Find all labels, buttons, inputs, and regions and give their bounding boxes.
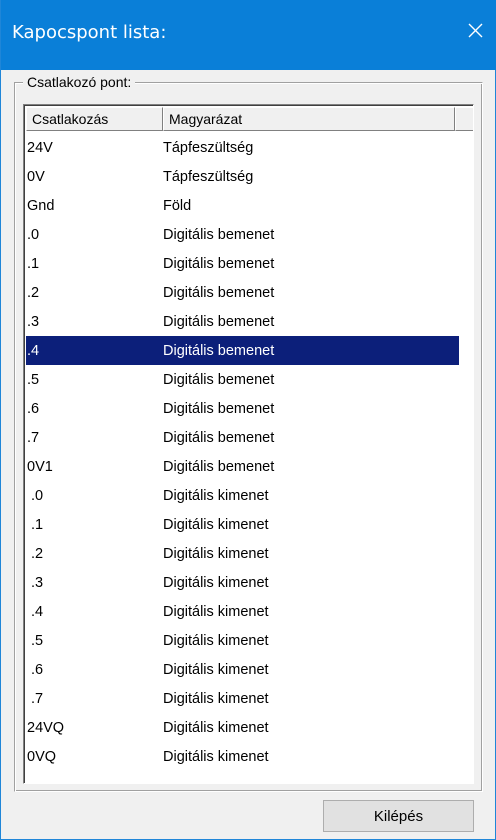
cell-connection: 24V: [27, 139, 53, 156]
cell-description: Digitális kimenet: [163, 690, 269, 707]
cell-description: Digitális bemenet: [163, 400, 275, 417]
cell-connection: Gnd: [27, 197, 55, 214]
cell-description: Tápfeszültség: [163, 168, 254, 185]
cell-description: Digitális bemenet: [163, 371, 275, 388]
list-item[interactable]: .5 Digitális bemenet: [26, 365, 473, 394]
cell-connection: .5: [27, 632, 44, 649]
list-item[interactable]: Gnd Föld: [26, 191, 473, 220]
column-header-description[interactable]: Magyarázat: [163, 107, 455, 131]
cell-connection: .2: [27, 545, 44, 562]
close-button[interactable]: [453, 8, 496, 52]
list-item[interactable]: .6 Digitális bemenet: [26, 394, 473, 423]
list-item[interactable]: .3 Digitális bemenet: [26, 307, 473, 336]
window-title: Kapocspont lista:: [12, 22, 167, 43]
cell-connection: .3: [27, 313, 40, 330]
cell-connection: .3: [27, 574, 44, 591]
list-item[interactable]: .1 Digitális bemenet: [26, 249, 473, 278]
dialog-window: Kapocspont lista: Csatlakozó pont: Csatl…: [0, 0, 496, 840]
close-icon: [468, 23, 482, 37]
list-item[interactable]: 0VQ Digitális kimenet: [26, 742, 473, 771]
list-item[interactable]: 0V1 Digitális bemenet: [26, 452, 473, 481]
list-item[interactable]: .7 Digitális kimenet: [26, 684, 473, 713]
list-item[interactable]: .2 Digitális bemenet: [26, 278, 473, 307]
list-item[interactable]: 24V Tápfeszültség: [26, 133, 473, 162]
cell-description: Digitális kimenet: [163, 574, 269, 591]
column-header-filler: [455, 107, 473, 131]
list-header: Csatlakozás Magyarázat: [26, 107, 473, 131]
cell-description: Digitális bemenet: [163, 255, 275, 272]
list-item[interactable]: .0 Digitális bemenet: [26, 220, 473, 249]
cell-description: Digitális kimenet: [163, 661, 269, 678]
list-item[interactable]: .3 Digitális kimenet: [26, 568, 473, 597]
list-item[interactable]: .7 Digitális bemenet: [26, 423, 473, 452]
cell-connection: .0: [27, 487, 44, 504]
cell-connection: 0V: [27, 168, 45, 185]
cell-description: Digitális kimenet: [163, 632, 269, 649]
cell-description: Digitális kimenet: [163, 748, 269, 765]
list-item[interactable]: .6 Digitális kimenet: [26, 655, 473, 684]
cell-description: Tápfeszültség: [163, 139, 254, 156]
title-bar[interactable]: Kapocspont lista:: [1, 0, 496, 70]
cell-description: Digitális bemenet: [163, 429, 275, 446]
exit-button[interactable]: Kilépés: [323, 800, 474, 832]
cell-description: Digitális bemenet: [163, 342, 275, 359]
cell-connection: .7: [27, 429, 40, 446]
list-item[interactable]: .0 Digitális kimenet: [26, 481, 473, 510]
cell-connection: .1: [27, 255, 40, 272]
cell-connection: .1: [27, 516, 44, 533]
cell-connection: .6: [27, 661, 44, 678]
list-item[interactable]: 0V Tápfeszültség: [26, 162, 473, 191]
cell-connection: 0V1: [27, 458, 53, 475]
cell-connection: .4: [27, 603, 44, 620]
list-item[interactable]: .4 Digitális bemenet: [26, 336, 459, 365]
cell-connection: .2: [27, 284, 40, 301]
cell-description: Föld: [163, 197, 192, 214]
cell-connection: .6: [27, 400, 40, 417]
list-item[interactable]: 24VQ Digitális kimenet: [26, 713, 473, 742]
cell-description: Digitális bemenet: [163, 458, 275, 475]
cell-description: Digitális bemenet: [163, 313, 275, 330]
cell-connection: .4: [27, 342, 40, 359]
cell-description: Digitális kimenet: [163, 719, 269, 736]
cell-description: Digitális bemenet: [163, 226, 275, 243]
group-label: Csatlakozó pont:: [23, 74, 136, 90]
cell-description: Digitális kimenet: [163, 516, 269, 533]
cell-description: Digitális bemenet: [163, 284, 275, 301]
cell-connection: 24VQ: [27, 719, 65, 736]
cell-description: Digitális kimenet: [163, 603, 269, 620]
cell-connection: .5: [27, 371, 40, 388]
list-item[interactable]: .5 Digitális kimenet: [26, 626, 473, 655]
list-item[interactable]: .2 Digitális kimenet: [26, 539, 473, 568]
list-item[interactable]: .1 Digitális kimenet: [26, 510, 473, 539]
column-header-connection[interactable]: Csatlakozás: [26, 107, 163, 131]
terminal-list[interactable]: Csatlakozás Magyarázat 24V Tápfeszültség 0…: [23, 104, 474, 784]
cell-connection: .7: [27, 690, 44, 707]
list-item[interactable]: .4 Digitális kimenet: [26, 597, 473, 626]
cell-connection: .0: [27, 226, 40, 243]
list-rows: 24V Tápfeszültség 0V Tápfeszültség Gnd Föld .0…: [26, 133, 473, 771]
cell-description: Digitális kimenet: [163, 487, 269, 504]
cell-connection: 0VQ: [27, 748, 57, 765]
cell-description: Digitális kimenet: [163, 545, 269, 562]
